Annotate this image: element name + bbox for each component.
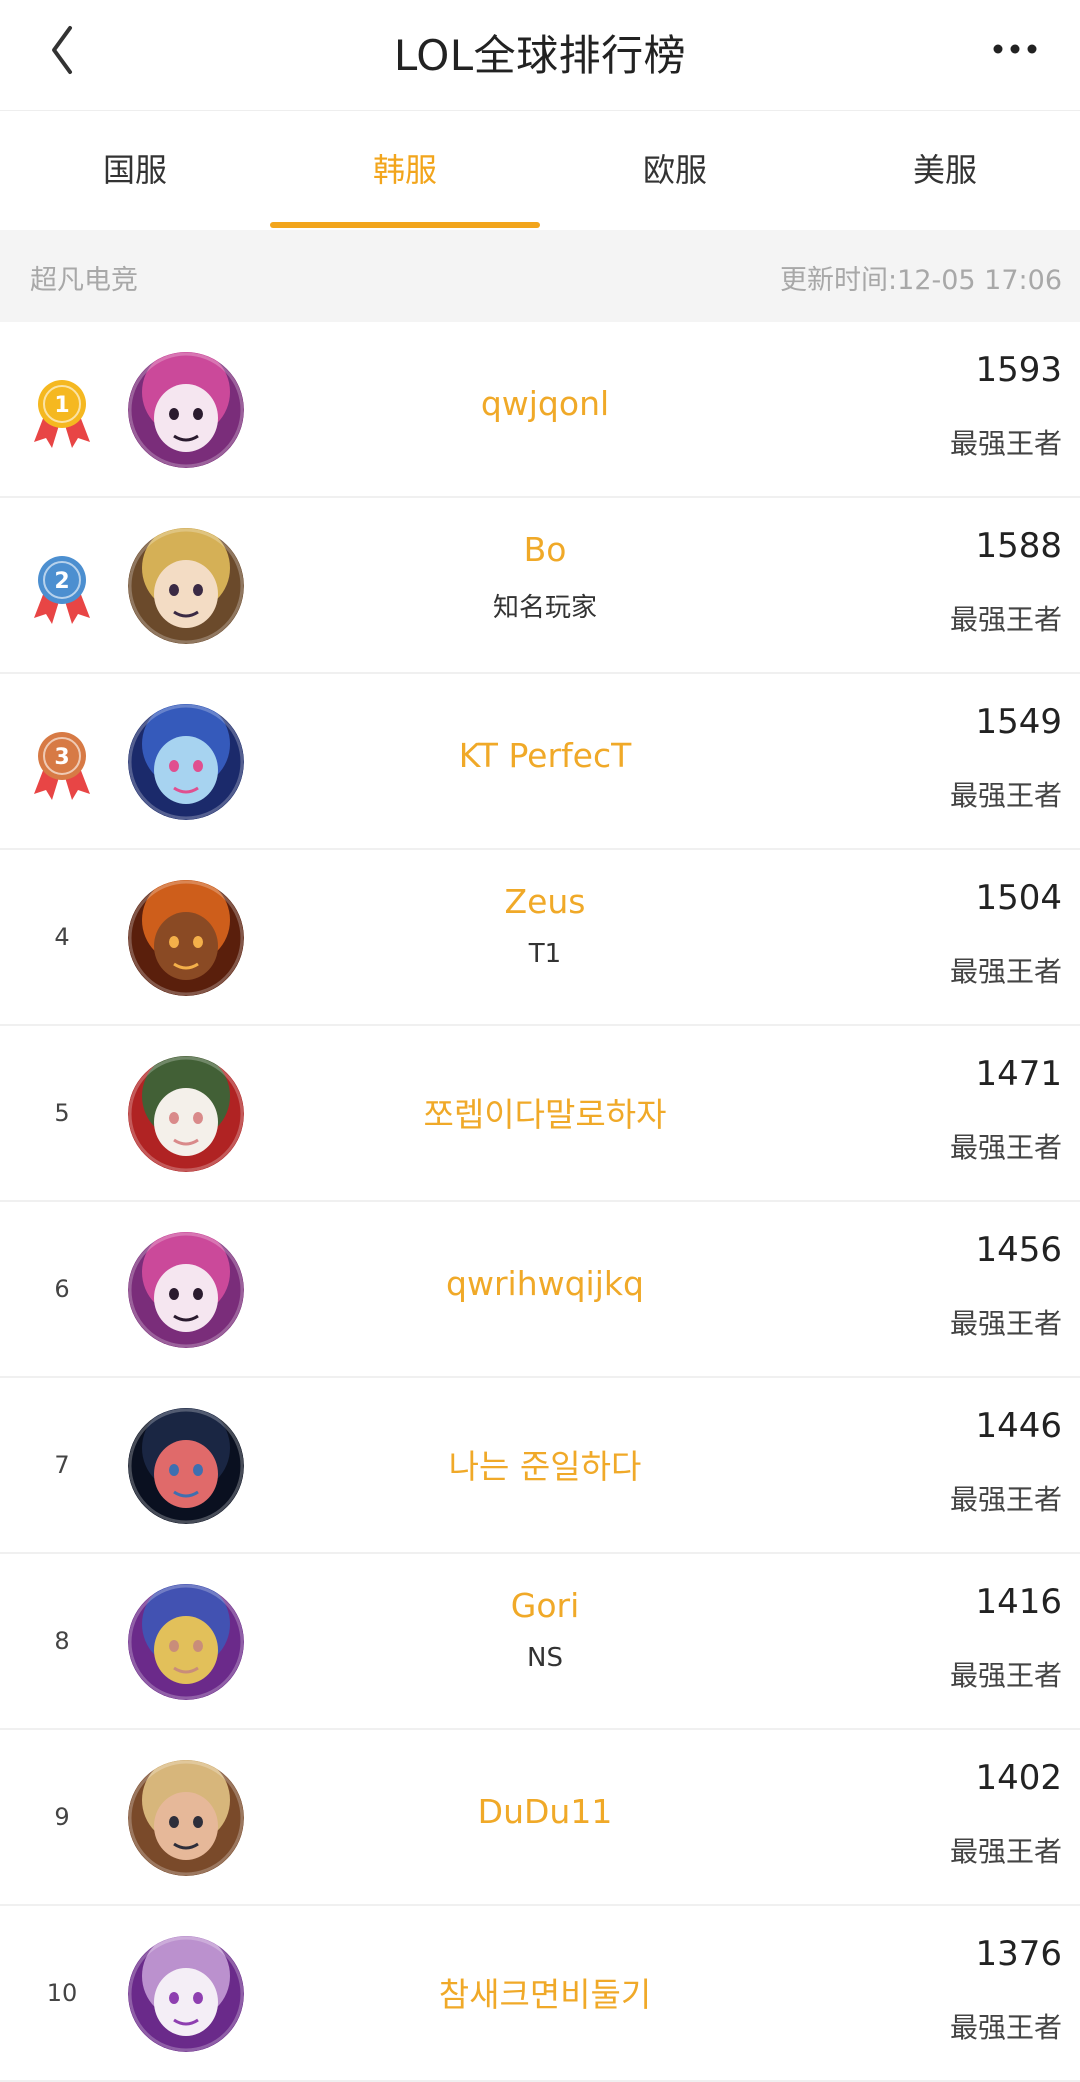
- player-info: qwrihwqijkq: [300, 1264, 790, 1303]
- info-bar: 超凡电竞 更新时间:12-05 17:06: [0, 230, 1080, 322]
- player-info: Zeus T1: [300, 882, 790, 969]
- player-info: 쪼렙이다말로하자: [300, 1088, 790, 1136]
- player-team: T1: [528, 939, 562, 969]
- player-name[interactable]: 참새크면비둘기: [300, 1968, 790, 2016]
- source-label: 超凡电竞: [30, 265, 138, 296]
- white-poro-avatar[interactable]: [128, 1056, 244, 1172]
- player-tier: 最强王者: [949, 1307, 1062, 1340]
- more-button[interactable]: [982, 28, 1052, 78]
- player-name[interactable]: 쪼렙이다말로하자: [300, 1088, 790, 1136]
- player-name[interactable]: Zeus: [300, 882, 790, 921]
- tibbers-avatar[interactable]: [128, 880, 244, 996]
- page-title: LOL全球排行榜: [393, 31, 687, 80]
- ranking-row[interactable]: 9 DuDu11 1402 最强王者: [0, 1730, 1080, 1906]
- player-tier: 最强王者: [949, 1835, 1062, 1868]
- ranking-list: 1 qwjqonl 1593 最强王者 2 Bo 知名玩家 1588 最强王者 3 KT Perfe…: [0, 322, 1080, 2082]
- purple-poro-avatar[interactable]: [128, 1936, 244, 2052]
- ranking-row[interactable]: 7 나는 준일하다 1446 最强王者: [0, 1378, 1080, 1554]
- ranking-row[interactable]: 8 Gori NS 1416 最强王者: [0, 1554, 1080, 1730]
- rank-number: 10: [46, 1979, 78, 2007]
- dark-creature-avatar[interactable]: [128, 1408, 244, 1524]
- blonde-mage-avatar[interactable]: [128, 528, 244, 644]
- ranking-row[interactable]: 3 KT PerfecT 1549 最强王者: [0, 674, 1080, 850]
- pink-panda-avatar[interactable]: [128, 1232, 244, 1348]
- rank-number: 5: [54, 1099, 70, 1127]
- tab-1[interactable]: 韩服: [270, 112, 540, 228]
- player-info: Bo 知名玩家: [300, 530, 790, 624]
- player-info: 나는 준일하다: [300, 1440, 790, 1488]
- armored-warrior-avatar[interactable]: [128, 1584, 244, 1700]
- player-tier: 最强王者: [949, 779, 1062, 812]
- player-tier: 最强王者: [949, 427, 1062, 460]
- more-horizontal-icon: [993, 44, 1037, 54]
- rank-medal: 2: [30, 548, 94, 628]
- player-name[interactable]: DuDu11: [300, 1792, 790, 1831]
- tab-3[interactable]: 美服: [810, 112, 1080, 228]
- player-info: KT PerfecT: [300, 736, 790, 775]
- player-name[interactable]: Bo: [300, 530, 790, 569]
- rank-medal: 1: [30, 372, 94, 452]
- player-score: 1549: [975, 702, 1062, 742]
- ranking-row[interactable]: 6 qwrihwqijkq 1456 最强王者: [0, 1202, 1080, 1378]
- ranking-row[interactable]: 4 Zeus T1 1504 最强王者: [0, 850, 1080, 1026]
- player-tier: 最强王者: [949, 1483, 1062, 1516]
- svg-text:3: 3: [54, 745, 69, 770]
- player-info: Gori NS: [300, 1586, 790, 1673]
- app-header: LOL全球排行榜: [0, 0, 1080, 111]
- medal-bronze-icon: 3: [34, 732, 90, 800]
- rank-number: 8: [54, 1627, 70, 1655]
- server-tabs: 国服 韩服 欧服 美服: [0, 112, 1080, 228]
- rank-number: 9: [54, 1803, 70, 1831]
- tab-2[interactable]: 欧服: [540, 112, 810, 228]
- pink-panda-avatar[interactable]: [128, 352, 244, 468]
- player-info: 참새크면비둘기: [300, 1968, 790, 2016]
- ranking-row[interactable]: 2 Bo 知名玩家 1588 最强王者: [0, 498, 1080, 674]
- player-score: 1416: [975, 1582, 1062, 1622]
- tab-0[interactable]: 国服: [0, 112, 270, 228]
- medal-silver-icon: 2: [34, 556, 90, 624]
- player-tier: 最强王者: [949, 1659, 1062, 1692]
- player-info: DuDu11: [300, 1792, 790, 1831]
- player-score: 1471: [975, 1054, 1062, 1094]
- svg-text:2: 2: [54, 569, 69, 594]
- player-info: qwjqonl: [300, 384, 790, 423]
- rank-number: 4: [54, 923, 70, 951]
- player-score: 1593: [975, 350, 1062, 390]
- player-name[interactable]: qwrihwqijkq: [300, 1264, 790, 1303]
- ranking-row[interactable]: 10 참새크면비둘기 1376 最强王者: [0, 1906, 1080, 2082]
- rank-number: 6: [54, 1275, 70, 1303]
- player-tier: 最强王者: [949, 1131, 1062, 1164]
- player-name[interactable]: qwjqonl: [300, 384, 790, 423]
- player-score: 1446: [975, 1406, 1062, 1446]
- player-tier: 最强王者: [949, 955, 1062, 988]
- player-score: 1504: [975, 878, 1062, 918]
- svg-text:1: 1: [54, 393, 69, 418]
- player-score: 1588: [975, 526, 1062, 566]
- player-name[interactable]: Gori: [300, 1586, 790, 1625]
- update-time: 更新时间:12-05 17:06: [780, 265, 1062, 296]
- player-score: 1456: [975, 1230, 1062, 1270]
- player-team: 知名玩家: [492, 593, 597, 623]
- player-score: 1376: [975, 1934, 1062, 1974]
- blue-poro-avatar[interactable]: [128, 704, 244, 820]
- player-score: 1402: [975, 1758, 1062, 1798]
- medal-gold-icon: 1: [34, 380, 90, 448]
- player-tier: 最强王者: [949, 2011, 1062, 2044]
- player-tier: 最强王者: [949, 603, 1062, 636]
- rank-number: 7: [54, 1451, 70, 1479]
- player-team: NS: [527, 1643, 563, 1673]
- blonde-heroine-avatar[interactable]: [128, 1760, 244, 1876]
- player-name[interactable]: KT PerfecT: [300, 736, 790, 775]
- player-name[interactable]: 나는 준일하다: [300, 1440, 790, 1488]
- ranking-row[interactable]: 1 qwjqonl 1593 最强王者: [0, 322, 1080, 498]
- ranking-row[interactable]: 5 쪼렙이다말로하자 1471 最强王者: [0, 1026, 1080, 1202]
- rank-medal: 3: [30, 724, 94, 804]
